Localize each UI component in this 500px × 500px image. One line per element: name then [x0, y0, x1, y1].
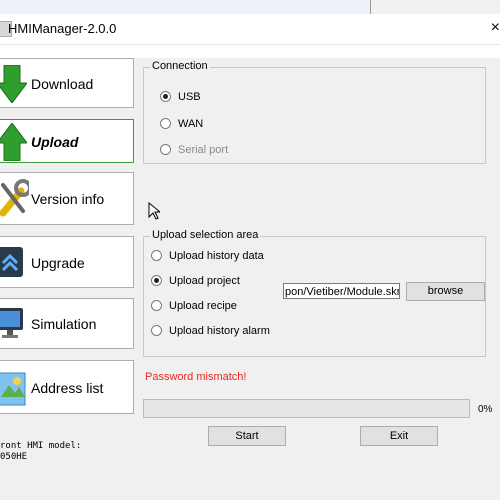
model-info: ront HMI model: 050HE — [0, 441, 82, 462]
upload-selection-legend: Upload selection area — [150, 229, 261, 241]
simulation-label: Simulation — [31, 316, 97, 332]
up-arrow-icon — [0, 123, 27, 161]
wrench-icon — [0, 179, 29, 217]
title-bar: HMIManager-2.0.0 × — [0, 14, 500, 45]
upgrade-button[interactable]: Upgrade — [0, 236, 134, 288]
upgrade-label: Upgrade — [31, 255, 85, 271]
upgrade-icon — [0, 247, 23, 277]
upload-history-data-label: Upload history data — [169, 250, 264, 262]
client-area: Download Upload Version info Upgrade Sim… — [0, 58, 500, 500]
upload-button[interactable]: Upload — [0, 119, 134, 163]
browse-button[interactable]: browse — [406, 282, 485, 301]
project-path-field[interactable]: pon/Vietiber/Module.skr — [283, 283, 400, 299]
exit-button[interactable]: Exit — [360, 426, 438, 446]
mouse-cursor-icon — [148, 202, 160, 220]
serial-port-label: Serial port — [178, 144, 229, 156]
progress-percent: 0% — [478, 404, 493, 415]
upload-history-alarm-label: Upload history alarm — [169, 325, 270, 337]
connection-legend: Connection — [150, 60, 210, 72]
upload-project-label: Upload project — [169, 275, 240, 287]
monitor-icon — [0, 308, 23, 338]
address-list-button[interactable]: Address list — [0, 360, 134, 414]
start-button[interactable]: Start — [208, 426, 286, 446]
download-button[interactable]: Download — [0, 58, 134, 108]
address-list-label: Address list — [31, 380, 104, 396]
address-list-icon — [0, 372, 26, 406]
usb-label: USB — [178, 91, 201, 103]
background-window — [0, 0, 500, 15]
connection-group: Connection USB WAN Serial port — [143, 60, 486, 164]
error-message: Password mismatch! — [145, 371, 247, 383]
upload-label: Upload — [31, 134, 79, 150]
wan-label: WAN — [178, 118, 204, 130]
version-info-button[interactable]: Version info — [0, 172, 134, 225]
version-info-label: Version info — [31, 191, 105, 207]
window-title: HMIManager-2.0.0 — [8, 21, 117, 36]
simulation-button[interactable]: Simulation — [0, 298, 134, 349]
progress-bar — [143, 399, 470, 418]
upload-recipe-label: Upload recipe — [169, 300, 237, 312]
app-window: HMIManager-2.0.0 × Download Upload Versi… — [0, 14, 500, 500]
window-control-icon[interactable]: × — [491, 19, 500, 37]
download-label: Download — [31, 76, 94, 92]
down-arrow-icon — [0, 65, 27, 103]
